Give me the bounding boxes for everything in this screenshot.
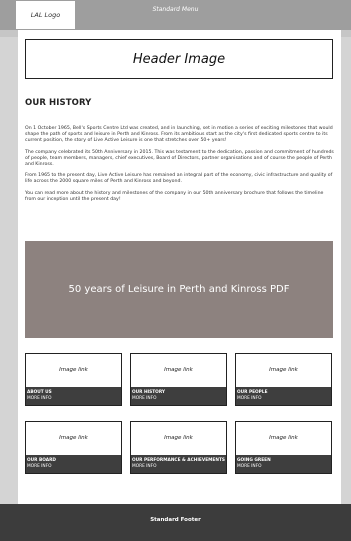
tile-image: Image link <box>59 435 88 441</box>
tile-more-info-link[interactable]: MORE INFO <box>132 396 226 402</box>
tile-our-performance[interactable]: Image link OUR PERFORMANCE & ACHIEVEMENT… <box>130 421 227 474</box>
tile-more-info-link[interactable]: MORE INFO <box>237 464 331 470</box>
footer-label: Standard Footer <box>150 517 201 523</box>
tile-title: OUR PERFORMANCE & ACHIEVEMENTS <box>132 458 225 463</box>
tile-caption: GOING GREEN MORE INFO <box>236 455 331 473</box>
tile-more-info-link[interactable]: MORE INFO <box>27 396 121 402</box>
history-paragraph: You can read more about the history and … <box>25 190 324 202</box>
history-paragraph: From 1965 to the present day, Live Activ… <box>25 173 333 185</box>
page-title: OUR HISTORY <box>25 98 92 108</box>
tile-image: Image link <box>59 367 88 373</box>
tile-going-green[interactable]: Image link GOING GREEN MORE INFO <box>235 421 332 474</box>
site-footer: Standard Footer <box>0 504 351 541</box>
tile-caption: ABOUT US MORE INFO <box>26 387 121 405</box>
page-content: Header Image OUR HISTORY On 1 October 19… <box>18 30 341 504</box>
top-nav-bar: LAL Logo Standard Menu <box>0 0 351 30</box>
tile-caption: OUR HISTORY MORE INFO <box>131 387 226 405</box>
tile-about-us[interactable]: Image link ABOUT US MORE INFO <box>25 353 122 406</box>
history-paragraph: On 1 October 1965, Bell's Sports Centre … <box>25 126 333 144</box>
tile-image: Image link <box>164 435 193 441</box>
tile-more-info-link[interactable]: MORE INFO <box>27 464 121 470</box>
tile-image: Image link <box>269 435 298 441</box>
tile-caption: OUR PERFORMANCE & ACHIEVEMENTS MORE INFO <box>131 455 226 473</box>
history-text: On 1 October 1965, Bell's Sports Centre … <box>25 126 335 208</box>
tile-image: Image link <box>164 367 193 373</box>
tile-more-info-link[interactable]: MORE INFO <box>237 396 331 402</box>
tile-more-info-link[interactable]: MORE INFO <box>132 464 226 470</box>
anniversary-pdf-link[interactable]: 50 years of Leisure in Perth and Kinross… <box>25 241 333 338</box>
history-paragraph: The company celebrated its 50th Annivers… <box>25 149 334 168</box>
header-image: Header Image <box>25 39 333 79</box>
tile-caption: OUR BOARD MORE INFO <box>26 455 121 473</box>
tile-our-history[interactable]: Image link OUR HISTORY MORE INFO <box>130 353 227 406</box>
tile-image: Image link <box>269 367 298 373</box>
tile-our-board[interactable]: Image link OUR BOARD MORE INFO <box>25 421 122 474</box>
standard-menu[interactable]: Standard Menu <box>0 6 351 13</box>
tile-our-people[interactable]: Image link OUR PEOPLE MORE INFO <box>235 353 332 406</box>
tile-caption: OUR PEOPLE MORE INFO <box>236 387 331 405</box>
